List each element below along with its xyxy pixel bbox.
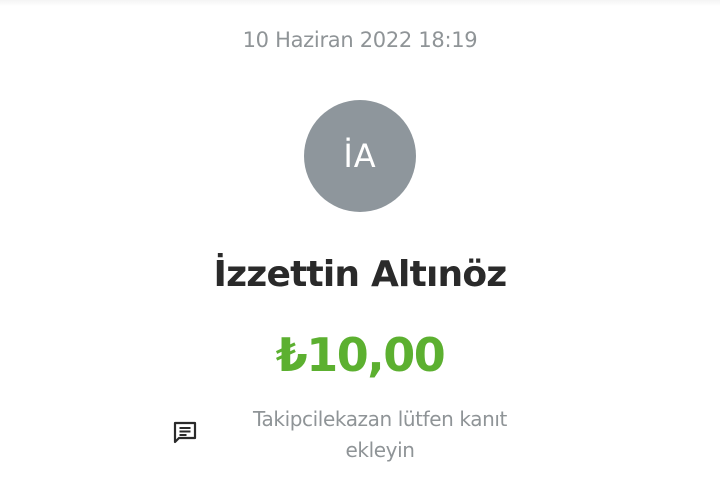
transaction-timestamp: 10 Haziran 2022 18:19 [242, 28, 478, 52]
avatar-initials: İA [343, 137, 377, 175]
transaction-amount: ₺10,00 [275, 328, 446, 382]
comment-icon [173, 421, 197, 444]
avatar: İA [304, 100, 416, 212]
transaction-note: Takipcilekazan lütfen kanıt ekleyin [253, 407, 507, 462]
top-edge-divider [0, 0, 720, 6]
recipient-name: İzzettin Altınöz [213, 254, 508, 295]
